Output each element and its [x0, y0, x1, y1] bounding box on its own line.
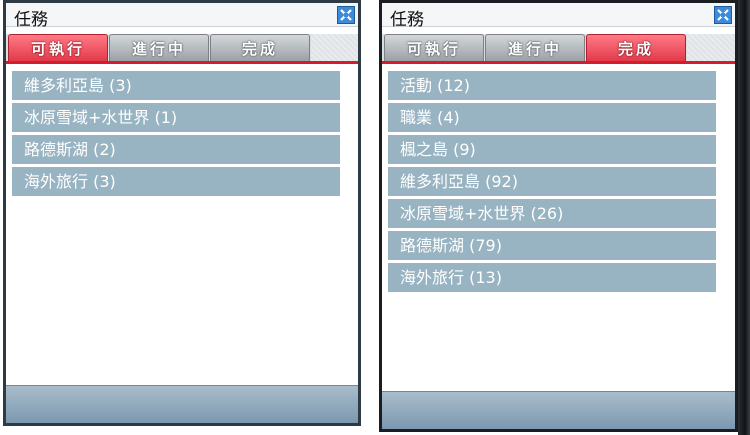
window-titlebar[interactable]: 任務	[382, 3, 735, 30]
close-icon[interactable]	[714, 6, 732, 24]
tab-completed[interactable]: 完成	[210, 34, 310, 61]
quest-list: 維多利亞島 (3) 冰原雪域+水世界 (1) 路德斯湖 (2) 海外旅行 (3)	[12, 71, 340, 199]
tab-completed[interactable]: 完成	[586, 34, 686, 61]
window-titlebar[interactable]: 任務	[6, 3, 358, 30]
list-item[interactable]: 維多利亞島 (3)	[12, 71, 340, 100]
tab-bar: 可執行 進行中 完成	[6, 34, 358, 64]
game-background	[738, 0, 750, 435]
list-item[interactable]: 活動 (12)	[388, 71, 716, 100]
tab-available[interactable]: 可執行	[8, 34, 108, 61]
list-item[interactable]: 冰原雪域+水世界 (1)	[12, 103, 340, 132]
window-title: 任務	[14, 10, 48, 30]
list-item[interactable]: 路德斯湖 (2)	[12, 135, 340, 164]
list-item[interactable]: 海外旅行 (3)	[12, 167, 340, 196]
list-item[interactable]: 路德斯湖 (79)	[388, 231, 716, 260]
close-icon[interactable]	[337, 6, 355, 24]
list-item[interactable]: 楓之島 (9)	[388, 135, 716, 164]
list-item[interactable]: 海外旅行 (13)	[388, 263, 716, 292]
tab-bar-filler	[687, 34, 735, 61]
list-item[interactable]: 冰原雪域+水世界 (26)	[388, 199, 716, 228]
tab-in-progress[interactable]: 進行中	[109, 34, 209, 61]
window-title: 任務	[390, 10, 424, 30]
tab-bar: 可執行 進行中 完成	[382, 34, 735, 64]
window-footer	[6, 385, 358, 423]
tab-in-progress[interactable]: 進行中	[485, 34, 585, 61]
tab-underline	[6, 61, 358, 64]
quest-window-completed: 任務 可執行 進行中 完成 活動 (12) 職業 (4) 楓之島 (9) 維多利…	[379, 0, 738, 432]
tab-bar-filler	[311, 34, 358, 61]
tab-available[interactable]: 可執行	[384, 34, 484, 61]
quest-list: 活動 (12) 職業 (4) 楓之島 (9) 維多利亞島 (92) 冰原雪域+水…	[388, 71, 716, 295]
list-item[interactable]: 維多利亞島 (92)	[388, 167, 716, 196]
quest-window-available: 任務 可執行 進行中 完成 維多利亞島 (3) 冰原雪域+水世界 (1) 路德斯…	[3, 0, 361, 426]
list-item[interactable]: 職業 (4)	[388, 103, 716, 132]
tab-underline	[382, 61, 735, 64]
window-footer	[382, 391, 735, 429]
